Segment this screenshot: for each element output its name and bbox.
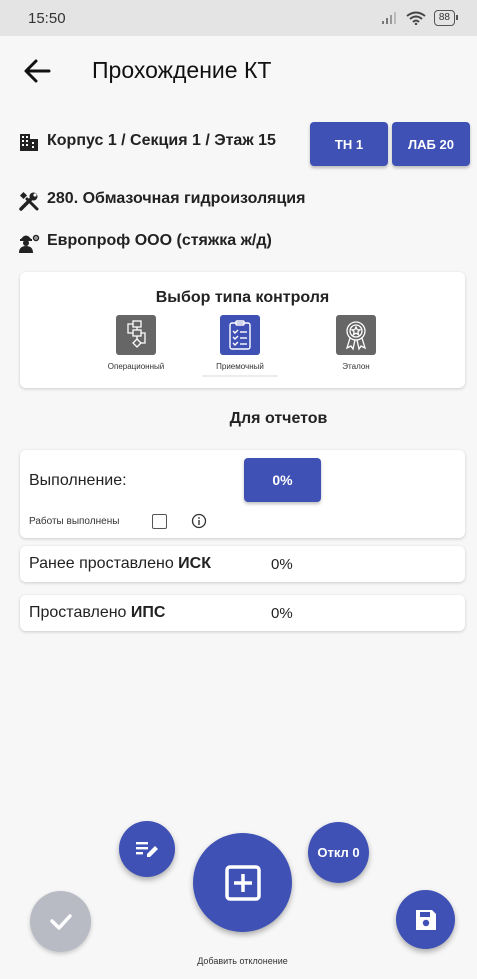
th-button[interactable]: ТН 1 [310, 122, 388, 166]
add-deviation-button[interactable] [193, 833, 292, 932]
confirm-button[interactable] [30, 891, 91, 952]
tools-icon [19, 191, 39, 211]
contractor-text: Европроф ООО (стяжка ж/д) [47, 232, 272, 249]
location-text: Корпус 1 / Секция 1 / Этаж 15 [47, 132, 276, 149]
page-title: Прохождение КТ [92, 57, 272, 83]
app-bar: Прохождение КТ [0, 36, 477, 106]
works-done-checkbox[interactable] [152, 514, 167, 529]
edit-note-icon [136, 842, 158, 857]
control-type-acceptance[interactable]: Приемочный [202, 315, 278, 377]
save-button[interactable] [396, 890, 455, 949]
execution-card: Выполнение: 0% Работы выполнены [20, 450, 465, 538]
lab-button[interactable]: ЛАБ 20 [392, 122, 470, 166]
engineer-icon [19, 234, 40, 253]
clipboard-checklist-icon [220, 315, 260, 355]
works-done-label: Работы выполнены [29, 516, 120, 527]
status-time: 15:50 [28, 9, 66, 27]
edit-notes-button[interactable] [119, 821, 175, 877]
check-icon [49, 913, 72, 930]
control-type-standard[interactable]: Эталон [320, 315, 392, 371]
save-floppy-icon [415, 909, 436, 930]
isk-label: Ранее проставлено ИСК [29, 555, 211, 572]
selected-indicator [202, 375, 278, 377]
control-type-operational[interactable]: Операционный [100, 315, 172, 371]
add-box-icon [224, 864, 261, 901]
flowchart-icon [116, 315, 156, 355]
control-type-operational-label: Операционный [107, 362, 165, 371]
building-icon [20, 134, 38, 151]
work-text: 280. Обмазочная гидроизоляция [47, 190, 306, 207]
deviations-button[interactable]: Откл 0 [308, 822, 369, 883]
reports-title: Для отчетов [229, 410, 328, 427]
add-deviation-label: Добавить отклонение [197, 956, 288, 966]
contractor-info: Европроф ООО (стяжка ж/д) [18, 232, 272, 254]
status-icons: 88 [381, 10, 459, 26]
award-ribbon-icon [336, 315, 376, 355]
control-type-acceptance-label: Приемочный [216, 362, 264, 371]
ips-row: Проставлено ИПС 0% [20, 595, 465, 631]
control-type-card: Выбор типа контроля Операционный Приемоч… [20, 272, 465, 388]
ips-value: 0% [271, 605, 293, 622]
ips-label: Проставлено ИПС [29, 604, 166, 621]
status-bar: 15:50 88 [0, 0, 477, 36]
isk-value: 0% [271, 556, 293, 573]
control-type-title: Выбор типа контроля [155, 289, 330, 306]
info-icon[interactable] [191, 513, 207, 529]
battery-icon: 88 [433, 10, 459, 26]
work-info: 280. Обмазочная гидроизоляция [18, 190, 305, 212]
location-info: Корпус 1 / Секция 1 / Этаж 15 [18, 131, 298, 153]
wifi-icon [406, 11, 426, 25]
execution-percent-button[interactable]: 0% [244, 458, 321, 502]
signal-icon [381, 12, 396, 24]
execution-label: Выполнение: [29, 472, 127, 489]
isk-row: Ранее проставлено ИСК 0% [20, 546, 465, 582]
control-type-standard-label: Эталон [342, 362, 370, 371]
back-arrow-icon[interactable] [22, 56, 52, 86]
